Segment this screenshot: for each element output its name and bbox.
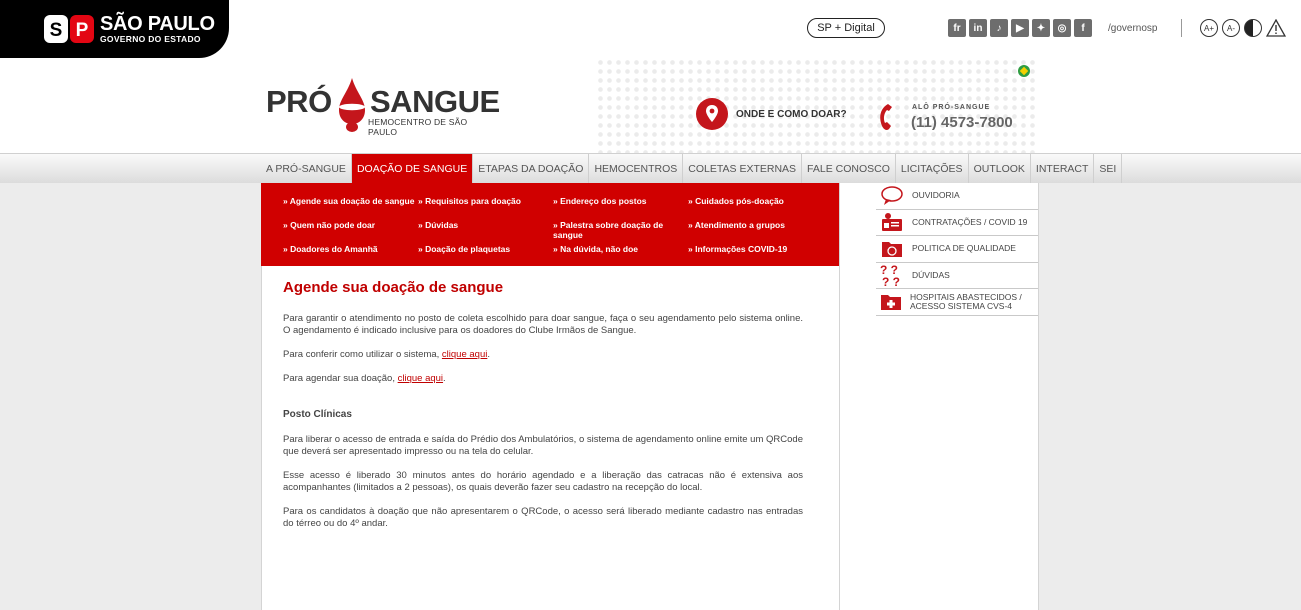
font-increase-button[interactable]: A+ [1200,19,1218,37]
submenu-link[interactable]: » Dúvidas [418,220,550,230]
government-logo-text: SÃO PAULO GOVERNO DO ESTADO [100,14,215,44]
schedule-paragraph: Para agendar sua doação, clique aqui. [283,373,803,385]
submenu-link[interactable]: » Informações COVID-19 [688,244,820,254]
nav-item-2[interactable]: DOAÇÃO DE SANGUE [351,154,474,183]
logo-text-pro: PRÓ [266,84,332,119]
accessibility-tools: A+ A- [1200,19,1286,37]
section-heading: Posto Clínicas [283,409,352,420]
donation-submenu: » Agende sua doação de sangue » Quem não … [261,183,839,266]
svg-text:S: S [50,20,63,41]
nav-item-8[interactable]: OUTLOOK [969,154,1031,183]
blood-drop-icon [339,78,365,132]
submenu-link[interactable]: » Doação de plaquetas [418,244,550,254]
submenu-link[interactable]: » Atendimento a grupos [688,220,820,230]
sao-paulo-government-logo[interactable]: S P SÃO PAULO GOVERNO DO ESTADO [0,0,229,58]
hotline-label: ALÔ PRÓ-SANGUE [912,104,991,111]
submenu-link[interactable]: » Endereço dos postos [553,196,673,206]
right-menu-label: HOSPITAIS ABASTECIDOS / ACESSO SISTEMA C… [910,291,1022,311]
site-header: PRÓ SANGUE HEMOCENTRO DE SÃO PAULO ONDE … [0,58,1301,153]
schedule-text: Para agendar sua doação, [283,373,398,384]
nav-item-10[interactable]: SEI [1094,154,1123,183]
nav-item-9[interactable]: INTERACT [1031,154,1095,183]
schedule-link[interactable]: clique aqui [398,373,443,384]
right-menu-item[interactable]: OUVIDORIA [876,183,1038,210]
submenu-link[interactable]: » Quem não pode doar [283,220,415,230]
speech-bubble-icon [880,185,904,207]
right-menu-item[interactable]: HOSPITAIS ABASTECIDOS / ACESSO SISTEMA C… [876,289,1038,316]
qrcode-paragraph: Para liberar o acesso de entrada e saída… [283,434,803,457]
main-content: Agende sua doação de sangue Para garanti… [283,278,803,542]
right-menu-label: DÚVIDAS [912,269,950,280]
sp-digital-button[interactable]: SP + Digital [807,18,885,38]
government-subtitle: GOVERNO DO ESTADO [100,34,201,45]
system-help-text: Para conferir como utilizar o sistema, [283,349,442,360]
where-how-donate-link[interactable]: ONDE E COMO DOAR? [696,98,847,130]
pro-sangue-logo[interactable]: PRÓ SANGUE HEMOCENTRO DE SÃO PAULO [266,78,500,137]
flickr-icon[interactable]: fr [948,19,966,37]
social-handle[interactable]: /governosp [1108,23,1157,34]
government-title: SÃO PAULO [100,13,215,36]
font-decrease-button[interactable]: A- [1222,19,1240,37]
main-navigation: A PRÓ-SANGUE DOAÇÃO DE SANGUE ETAPAS DA DO… [261,154,1123,183]
submenu-link[interactable]: » Na dúvida, não doe [553,244,673,254]
nav-item-4[interactable]: HEMOCENTROS [589,154,684,183]
twitter-icon[interactable]: ✦ [1032,19,1050,37]
right-menu-label: POLITICA DE QUALIDADE [912,243,1016,254]
government-bar: S P SÃO PAULO GOVERNO DO ESTADO SP + Dig… [0,0,1301,60]
submenu-link[interactable]: » Requisitos para doação [418,196,550,206]
svg-text:? ?: ? ? [882,275,900,286]
right-menu-label: CONTRATAÇÕES / COVID 19 [912,216,1028,227]
hospital-folder-icon [880,291,902,313]
nav-item-7[interactable]: LICITAÇÕES [896,154,969,183]
sp-logo-icon: S P [44,15,94,43]
right-menu-item[interactable]: CONTRATAÇÕES / COVID 19 [876,210,1038,236]
folder-icon [880,238,904,260]
id-card-icon [880,211,904,233]
svg-text:P: P [76,20,89,41]
where-how-donate-label: ONDE E COMO DOAR? [736,108,847,120]
system-help-punct: . [487,349,490,360]
contrast-icon[interactable] [1244,19,1262,37]
submenu-link[interactable]: » Cuidados pós-doação [688,196,820,206]
brazil-flag-icon[interactable] [1018,65,1030,77]
page-title: Agende sua doação de sangue [283,279,504,296]
right-sidebar-menu: OUVIDORIA CONTRATAÇÕES / COVID 19 POLITICA… [876,183,1038,316]
system-help-paragraph: Para conferir como utilizar o sistema, c… [283,349,803,361]
right-menu-item[interactable]: ? ?? ? DÚVIDAS [876,263,1038,289]
location-pin-icon [696,98,728,130]
instagram-icon[interactable]: ◎ [1053,19,1071,37]
facebook-icon[interactable]: f [1074,19,1092,37]
divider [1181,19,1182,37]
alert-icon[interactable] [1266,19,1286,37]
logo-subtitle: HEMOCENTRO DE SÃO PAULO [368,117,468,137]
right-menu-label: OUVIDORIA [912,190,960,201]
nav-item-5[interactable]: COLETAS EXTERNAS [683,154,803,183]
submenu-link[interactable]: » Agende sua doação de sangue [283,196,415,206]
intro-paragraph: Para garantir o atendimento no posto de … [283,313,803,336]
access-paragraph: Esse acesso é liberado 30 minutos antes … [283,470,803,493]
schedule-punct: . [443,373,446,384]
tiktok-icon[interactable]: ♪ [990,19,1008,37]
phone-icon [880,104,892,130]
logo-text-sangue: SANGUE [370,84,500,119]
system-help-link[interactable]: clique aqui [442,349,487,360]
question-marks-icon: ? ?? ? [880,264,904,286]
right-menu-item[interactable]: POLITICA DE QUALIDADE [876,236,1038,263]
nav-item-3[interactable]: ETAPAS DA DOAÇÃO [473,154,590,183]
submenu-link[interactable]: » Palestra sobre doação de sangue [553,220,673,240]
no-qrcode-paragraph: Para os candidatos à doação que não apre… [283,506,803,529]
youtube-icon[interactable]: ▶ [1011,19,1029,37]
social-links: fr in ♪ ▶ ✦ ◎ f [948,19,1092,37]
nav-item-6[interactable]: FALE CONOSCO [802,154,896,183]
hotline-number[interactable]: (11) 4573-7800 [911,114,1013,131]
nav-item-1[interactable]: A PRÓ-SANGUE [261,154,352,183]
linkedin-icon[interactable]: in [969,19,987,37]
submenu-link[interactable]: » Doadores do Amanhã [283,244,415,254]
